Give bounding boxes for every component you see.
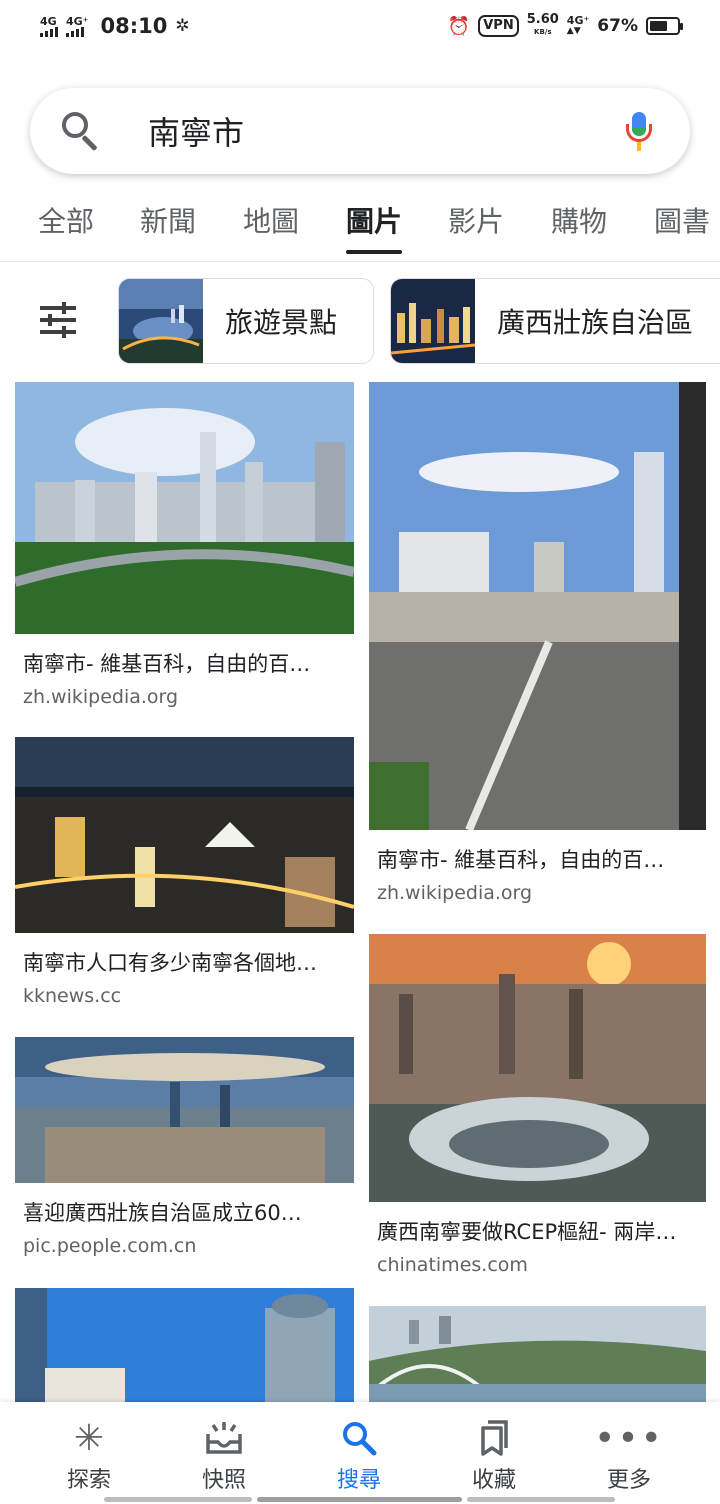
filter-row: 旅遊景點 廣西壯族自治區	[0, 278, 720, 364]
nav-label: 更多	[606, 1468, 651, 1493]
battery-icon	[646, 17, 683, 35]
image-result-card[interactable]: 喜迎廣西壯族自治區成立60… pic.people.com.cn	[15, 1037, 354, 1257]
result-site: pic.people.com.cn	[23, 1235, 197, 1257]
chip-label: 廣西壯族自治區	[497, 306, 694, 339]
inbox-icon	[169, 1416, 279, 1460]
image-results-grid: 南寧市- 維基百科，自由的百… zh.wikipedia.org 南寧市人口有多…	[0, 380, 720, 1402]
nav-snapshot[interactable]: 快照	[169, 1416, 279, 1494]
gear-icon: ✲	[175, 16, 190, 36]
signal-label: 4G	[40, 14, 57, 28]
chip-thumbnail-image	[119, 279, 203, 363]
signal-label: 4G⁺	[566, 14, 590, 27]
result-image[interactable]	[15, 382, 354, 634]
tab-all[interactable]: 全部	[38, 200, 94, 240]
tab-images[interactable]: 圖片	[346, 200, 403, 254]
nav-discover[interactable]: ✳ 探索	[34, 1416, 144, 1494]
image-result-card[interactable]: 南寧市- 維基百科，自由的百… zh.wikipedia.org	[15, 382, 354, 708]
tab-shopping[interactable]: 購物	[551, 200, 607, 240]
image-result-card[interactable]: 南寧市- 維基百科，自由的百… zh.wikipedia.org	[369, 382, 706, 904]
result-title[interactable]: 南寧市人口有多少南寧各個地…	[15, 947, 354, 977]
signal-bars-icon	[66, 26, 84, 37]
nav-label: 搜尋	[336, 1468, 381, 1493]
tune-icon[interactable]	[40, 302, 76, 338]
nav-label: 快照	[201, 1468, 246, 1493]
result-image[interactable]	[15, 1288, 354, 1402]
result-title[interactable]: 廣西南寧要做RCEP樞紐- 兩岸…	[369, 1216, 706, 1246]
vpn-badge: VPN	[478, 15, 519, 37]
google-mic-icon[interactable]	[624, 110, 654, 152]
more-horizontal-icon: •••	[594, 1417, 664, 1459]
chip-tourist-attractions[interactable]: 旅遊景點	[118, 278, 374, 364]
signal-label: 4G⁺	[66, 14, 89, 28]
nav-collections[interactable]: 收藏	[439, 1416, 549, 1494]
status-left: 4G 4G⁺ 08:10 ✲	[40, 14, 190, 38]
result-site: zh.wikipedia.org	[23, 686, 179, 708]
chip-thumbnail-image	[391, 279, 475, 363]
gesture-bar	[467, 1497, 615, 1502]
network-speed: 5.60 KB/s	[526, 12, 559, 38]
result-image[interactable]	[369, 934, 706, 1202]
image-result-card[interactable]	[15, 1288, 354, 1402]
image-result-card[interactable]: 廣西南寧要做RCEP樞紐- 兩岸… chinatimes.com	[369, 934, 706, 1276]
tab-maps[interactable]: 地圖	[243, 200, 299, 240]
clock: 08:10	[100, 14, 168, 38]
tab-videos[interactable]: 影片	[448, 200, 504, 240]
image-result-card[interactable]	[369, 1306, 706, 1402]
asterisk-icon: ✳	[73, 1417, 105, 1459]
result-image[interactable]	[369, 1306, 706, 1402]
gesture-bar	[257, 1497, 462, 1502]
chip-label: 旅遊景點	[225, 306, 338, 339]
signal-indicator-3: 4G⁺ ▲▼	[567, 15, 590, 37]
result-site: chinatimes.com	[377, 1254, 528, 1276]
nav-label: 收藏	[471, 1468, 516, 1493]
network-speed-value: 5.60	[526, 12, 559, 27]
nav-label: 探索	[66, 1468, 111, 1493]
search-type-tabs: 全部 新聞 地圖 圖片 影片 購物 圖書	[0, 186, 720, 262]
result-image[interactable]	[15, 737, 354, 933]
nav-search[interactable]: 搜尋	[304, 1416, 414, 1494]
signal-indicator-2: 4G⁺	[66, 16, 89, 37]
search-box[interactable]: 南寧市	[30, 88, 690, 174]
bottom-navigation: ✳ 探索 快照 搜尋 收藏 ••• 更多	[0, 1402, 720, 1504]
result-title[interactable]: 喜迎廣西壯族自治區成立60…	[15, 1197, 354, 1227]
search-icon[interactable]	[60, 110, 102, 152]
result-title[interactable]: 南寧市- 維基百科，自由的百…	[15, 648, 354, 678]
result-site: zh.wikipedia.org	[377, 882, 533, 904]
signal-bars-icon	[40, 26, 58, 37]
search-icon	[304, 1416, 414, 1460]
signal-indicator-1: 4G	[40, 16, 58, 37]
image-result-card[interactable]: 南寧市人口有多少南寧各個地… kknews.cc	[15, 737, 354, 1007]
search-input[interactable]: 南寧市	[148, 108, 624, 154]
chip-guangxi-zhuang[interactable]: 廣西壯族自治區	[390, 278, 720, 364]
battery-fill	[650, 21, 667, 31]
result-site: kknews.cc	[23, 985, 122, 1007]
network-speed-unit: KB/s	[534, 28, 552, 36]
alarm-clock-icon: ⏰	[447, 15, 471, 37]
data-arrows-icon: ▲▼	[566, 26, 581, 36]
tab-books[interactable]: 圖書	[654, 200, 710, 240]
result-image[interactable]	[15, 1037, 354, 1183]
bookmarks-icon	[439, 1416, 549, 1460]
gesture-bar	[104, 1497, 252, 1502]
nav-more[interactable]: ••• 更多	[574, 1416, 684, 1494]
battery-percent: 67%	[597, 16, 638, 36]
status-right: ⏰ VPN 5.60 KB/s 4G⁺ ▲▼ 67%	[447, 12, 683, 38]
status-bar: 4G 4G⁺ 08:10 ✲ ⏰ VPN 5.60 KB/s 4G⁺ ▲▼ 67…	[0, 0, 720, 52]
result-image[interactable]	[369, 382, 706, 830]
tab-news[interactable]: 新聞	[140, 200, 196, 240]
result-title[interactable]: 南寧市- 維基百科，自由的百…	[369, 844, 706, 874]
